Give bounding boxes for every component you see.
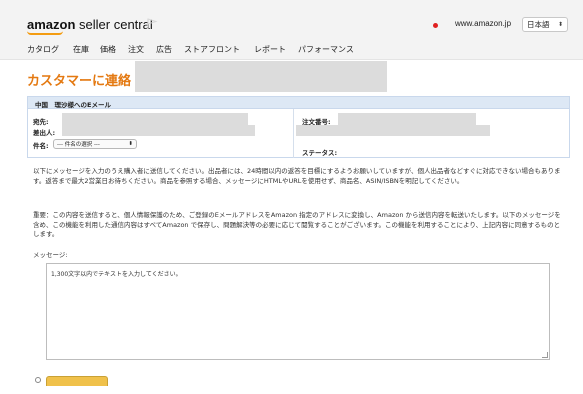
select-arrows-icon: ⬍	[557, 21, 563, 28]
redacted-sender	[62, 125, 255, 136]
marketplace-domain[interactable]: www.amazon.jp	[455, 19, 511, 28]
to-label: 宛先:	[33, 118, 49, 126]
nav-item-performance[interactable]: パフォーマンス	[298, 44, 354, 55]
message-placeholder: 1,300文字以内でテキストを入力してください。	[51, 271, 182, 278]
subject-select[interactable]: --- 件名の選択 --- ⬍	[53, 139, 137, 149]
column-divider	[293, 109, 294, 158]
redacted-recipient	[62, 113, 248, 125]
redacted-order-number	[338, 113, 476, 125]
send-button[interactable]	[46, 376, 108, 386]
subject-label: 件名:	[33, 142, 49, 150]
select-arrows-icon: ⬍	[128, 141, 133, 147]
flag-icon[interactable]	[146, 18, 158, 30]
radio-icon[interactable]	[35, 377, 41, 383]
logo-smile-icon	[27, 31, 63, 35]
nav-item-orders[interactable]: 注文	[128, 44, 144, 55]
seller-central-logo[interactable]: amazon seller central	[27, 17, 153, 32]
info-paragraph-2: 重要：この内容を送信すると、個人情報保護のため、ご登録のEメールアドレスをAma…	[33, 211, 561, 238]
language-value: 日本語	[527, 20, 550, 29]
logo-brand: amazon	[27, 17, 76, 32]
resize-grip-icon[interactable]	[542, 352, 548, 358]
subject-select-value: --- 件名の選択 ---	[57, 142, 100, 148]
notification-dot-icon	[433, 23, 438, 28]
message-label: メッセージ:	[33, 251, 68, 259]
form-header: 中国 理沙様へのEメール	[28, 97, 569, 109]
status-label: ステータス:	[302, 149, 338, 157]
nav-item-inventory[interactable]: 在庫	[73, 44, 89, 55]
nav-item-advertising[interactable]: 広告	[156, 44, 172, 55]
top-header: amazon seller central www.amazon.jp 日本語 …	[0, 0, 583, 38]
redacted-order-detail	[296, 125, 490, 136]
from-label: 差出人:	[33, 129, 56, 137]
page-title: カスタマーに連絡 >	[27, 74, 147, 89]
nav-item-storefront[interactable]: ストアフロント	[184, 44, 240, 55]
redacted-block	[135, 61, 387, 92]
logo-suffix: seller central	[79, 17, 153, 32]
message-textarea[interactable]: 1,300文字以内でテキストを入力してください。	[46, 263, 550, 360]
info-paragraph-1: 以下にメッセージを入力のうえ購入者に送信してください。出品者には、24時間以内の…	[33, 167, 561, 185]
main-nav: カタログ 在庫 価格 注文 広告 ストアフロント レポート パフォーマンス	[0, 38, 583, 60]
language-select[interactable]: 日本語 ⬍	[522, 17, 568, 32]
nav-item-reports[interactable]: レポート	[254, 44, 286, 55]
nav-item-pricing[interactable]: 価格	[100, 44, 116, 55]
nav-item-catalog[interactable]: カタログ	[27, 44, 59, 55]
